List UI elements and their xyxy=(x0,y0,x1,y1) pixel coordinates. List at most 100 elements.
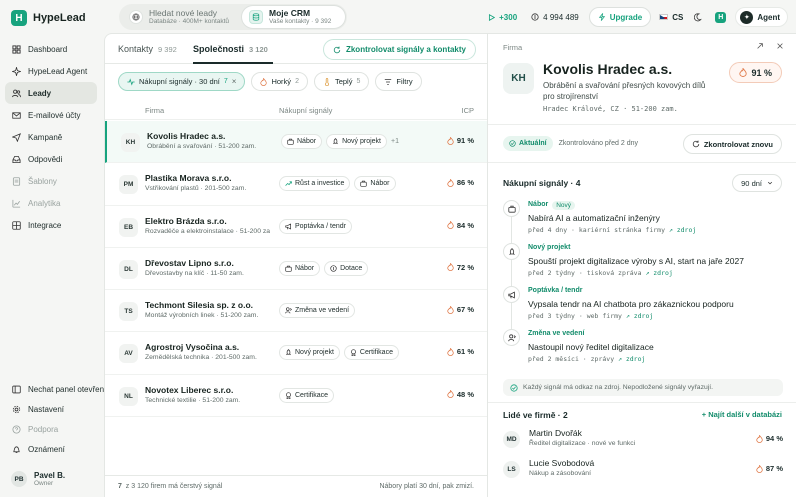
company-subtitle: Obrábění a svařování · 51-200 zam. xyxy=(147,143,257,150)
recheck-button[interactable]: Zkontrolovat znovu xyxy=(682,134,782,154)
flame-icon xyxy=(447,221,454,229)
table-row[interactable]: EB Elektro Brázda s.r.o. Rozvaděče a elekt… xyxy=(105,206,488,248)
my-crm-option[interactable]: Moje CRM Vaše kontakty · 9 392 xyxy=(242,6,345,28)
sidebar-item-email-accounts[interactable]: E-mailové účty xyxy=(5,104,97,126)
sidebar-item-leady[interactable]: Leady xyxy=(5,82,97,104)
people-title: Lidé ve firmě · 2 xyxy=(503,410,568,420)
signal-tag: Nábor xyxy=(354,176,396,192)
check-signals-label: Zkontrolovat signály a kontakty xyxy=(345,45,466,54)
table-row[interactable]: TS Techmont Silesia sp. z o.o. Montáž výro… xyxy=(105,290,488,333)
table-header: Firma Nákupní signály ICP xyxy=(105,100,488,120)
theme-toggle[interactable] xyxy=(691,7,706,27)
open-external-icon[interactable] xyxy=(756,42,764,50)
company-subtitle: Dřevostavby na klíč · 11-50 zam. xyxy=(145,269,244,277)
icp-score-value: 91 % xyxy=(751,67,772,78)
search-new-leads-option[interactable]: Hledat nové leady Databáze · 400M+ konta… xyxy=(122,6,240,28)
company-subtitle: Zemědělská technika · 201-500 zam. xyxy=(145,354,257,362)
user-change-icon xyxy=(285,307,292,314)
icp-score: 48 % xyxy=(447,390,474,399)
find-more-link[interactable]: + Najít další v databázi xyxy=(702,410,782,419)
sidebar-item-dashboard[interactable]: Dashboard xyxy=(5,38,97,60)
source-link[interactable]: ↗ zdroj xyxy=(669,226,696,234)
filter-warm[interactable]: Teplý 5 xyxy=(313,72,370,91)
search-new-leads-subtitle: Databáze · 400M+ kontaktů xyxy=(149,18,230,25)
tab-companies[interactable]: Společnosti 3 120 xyxy=(193,44,268,54)
person-item[interactable]: MD Martin Dvořák Ředitel digitalizace · no… xyxy=(503,426,783,452)
language-switch[interactable]: CS xyxy=(657,7,685,27)
sidebar-item-templates[interactable]: Šablony xyxy=(5,170,97,192)
signal-item: Nový projekt Spouští projekt digitalizace… xyxy=(503,240,788,283)
table-row[interactable]: NL Novotex Liberec s.r.o. Technické textil… xyxy=(105,375,488,418)
signal-title: Nabírá AI a automatizační inženýry xyxy=(528,213,660,223)
person-item[interactable]: LS Lucie Svobodová Nákup a zásobování 87 % xyxy=(503,456,783,482)
filter-hot[interactable]: Horký 2 xyxy=(251,72,308,91)
sidebar-item-keep-open[interactable]: Nechat panel otevřen xyxy=(5,379,105,399)
new-badge: Nový xyxy=(552,201,576,210)
company-subtitle: Rozvaděče a elektroinstalace · 51-200 za… xyxy=(145,227,270,235)
credits-indicator[interactable]: +300 xyxy=(484,7,521,27)
companies-panel: Kontakty 9 392 Společnosti 3 120 Zkontro… xyxy=(104,33,488,497)
sources-note: Každý signál má odkaz na zdroj. Nepodlož… xyxy=(503,379,783,396)
agent-label: Agent xyxy=(757,12,780,22)
filter-more[interactable]: Filtry xyxy=(375,72,422,91)
sidebar-item-integrations[interactable]: Integrace xyxy=(5,214,97,236)
sidebar-item-settings[interactable]: Nastavení xyxy=(5,399,101,419)
source-link[interactable]: ↗ zdroj xyxy=(618,355,645,363)
company-subtitle: Montáž výrobních linek · 51-200 zam. xyxy=(145,312,259,320)
upgrade-button[interactable]: Upgrade xyxy=(588,7,652,27)
company-name: Kovolis Hradec a.s. xyxy=(147,131,226,141)
column-header-firm[interactable]: Firma xyxy=(145,106,164,115)
signal-ago: před 4 dny xyxy=(528,226,568,234)
hypelead-shortcut[interactable]: H xyxy=(712,7,729,27)
sidebar-item-replies[interactable]: Odpovědi xyxy=(5,148,97,170)
sidebar-item-label: Nechat panel otevřen xyxy=(28,384,105,394)
signal-tag-label: Nábor xyxy=(295,264,315,272)
table-row[interactable]: AV Agrostroj Vysočina a.s. Zemědělská tech… xyxy=(105,332,488,375)
filter-buying-signals[interactable]: Nákupní signály · 30 dní 7 × xyxy=(118,72,246,91)
dashboard-icon xyxy=(12,44,21,54)
table-row[interactable]: KH Kovolis Hradec a.s. Obrábění a svařován… xyxy=(105,121,488,164)
signal-tag-label: Růst a investice xyxy=(295,180,345,188)
company-avatar: DL xyxy=(119,259,138,279)
close-icon[interactable]: × xyxy=(232,77,237,86)
lightning-icon xyxy=(598,13,605,21)
footer-summary: 7 z 3 120 firem má čerstvý signál xyxy=(118,483,222,490)
tab-contacts[interactable]: Kontakty 9 392 xyxy=(118,44,177,54)
signal-tag: Poptávka / tendr xyxy=(279,218,352,234)
agent-button[interactable]: ✦ Agent xyxy=(735,7,788,27)
signals-range-select[interactable]: 90 dní xyxy=(732,174,782,192)
sidebar-item-agent[interactable]: HypeLead Agent xyxy=(5,60,97,82)
column-header-signals[interactable]: Nákupní signály xyxy=(279,106,332,115)
briefcase-icon xyxy=(287,138,294,145)
flame-icon xyxy=(739,68,748,77)
column-header-icp[interactable]: ICP xyxy=(461,106,474,115)
company-avatar: TS xyxy=(119,302,138,322)
sidebar-item-label: Kampaně xyxy=(28,132,63,142)
coin-icon xyxy=(330,265,337,272)
logo[interactable]: H HypeLead xyxy=(11,10,86,26)
sidebar-item-analytics[interactable]: Analytika xyxy=(5,192,97,214)
sidebar-item-support[interactable]: Podpora xyxy=(5,419,101,439)
close-icon[interactable] xyxy=(776,42,784,50)
check-circle-icon xyxy=(509,140,516,147)
signal-item: Poptávka / tendr Vypsala tendr na AI chat… xyxy=(503,283,788,326)
table-row[interactable]: PM Plastika Morava s.r.o. Vstřikování plas… xyxy=(105,163,488,206)
table-row[interactable]: DL Dřevostav Lipno s.r.o. Dřevostavby na k… xyxy=(105,248,488,291)
icp-score-value: 61 % xyxy=(456,347,474,357)
source-link-label: zdroj xyxy=(653,269,673,277)
source-switch: Hledat nové leady Databáze · 400M+ konta… xyxy=(119,4,347,30)
source-link[interactable]: ↗ zdroj xyxy=(626,312,653,320)
help-icon xyxy=(12,424,21,434)
balance-indicator[interactable]: 4 994 489 xyxy=(527,7,583,27)
hypelead-logo-icon: H xyxy=(715,11,727,23)
avatar: LS xyxy=(503,461,520,478)
sidebar-item-campaigns[interactable]: Kampaně xyxy=(5,126,97,148)
check-signals-button[interactable]: Zkontrolovat signály a kontakty xyxy=(322,39,476,60)
play-icon xyxy=(489,13,496,21)
sidebar-item-notifications[interactable]: Oznámení xyxy=(5,439,101,459)
flame-icon xyxy=(447,305,454,314)
source-link[interactable]: ↗ zdroj xyxy=(645,269,672,277)
company-avatar: PM xyxy=(119,175,138,195)
user-profile[interactable]: PB Pavel B. Owner xyxy=(11,471,65,487)
freshness-status: Aktuální Zkontrolováno před 2 dny xyxy=(503,136,638,151)
